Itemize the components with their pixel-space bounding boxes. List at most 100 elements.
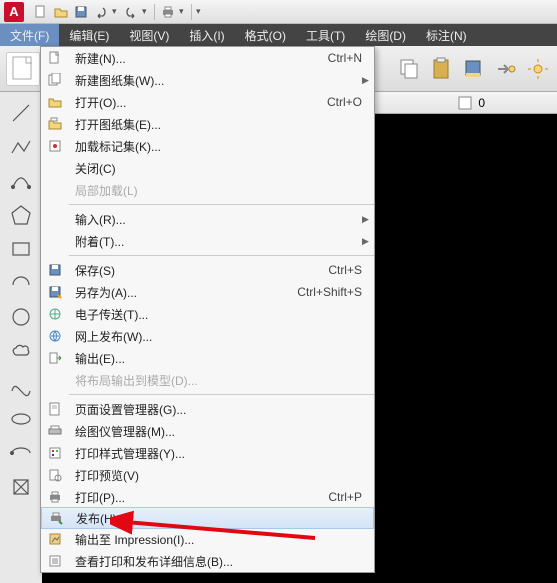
menu-item-label: 输出(E)... — [69, 350, 374, 367]
menu-item-label: 新建(N)... — [69, 50, 328, 67]
circle-tool[interactable] — [4, 300, 38, 333]
qat-print-dropdown[interactable]: ▾ — [179, 6, 187, 17]
spline-tool[interactable] — [4, 368, 38, 401]
file-menu-item-11[interactable]: 保存(S)Ctrl+S — [41, 259, 374, 281]
file-menu-item-0[interactable]: 新建(N)...Ctrl+N — [41, 47, 374, 69]
file-menu-item-20[interactable]: 打印样式管理器(Y)... — [41, 442, 374, 464]
menu-6[interactable]: 绘图(D) — [355, 24, 416, 46]
menu-0[interactable]: 文件(F) — [0, 24, 59, 46]
page-setup-icon — [41, 402, 69, 416]
qat-undo-icon[interactable] — [92, 3, 110, 21]
ellipse-tool[interactable] — [4, 402, 38, 435]
file-menu-item-4[interactable]: 加载标记集(K)... — [41, 135, 374, 157]
menu-4[interactable]: 格式(O) — [235, 24, 296, 46]
menu-item-label: 打印(P)... — [69, 489, 328, 506]
title-bar: A ▾ ▾ ▾ ▾ — [0, 0, 557, 24]
qat-print-icon[interactable] — [159, 3, 177, 21]
impression-icon — [41, 532, 69, 546]
tool-palette — [0, 92, 42, 583]
load-markup-icon — [41, 139, 69, 153]
menu-3[interactable]: 插入(I) — [179, 24, 234, 46]
save-icon — [41, 263, 69, 277]
ribbon-highlight-icon[interactable] — [461, 56, 487, 82]
menu-5[interactable]: 工具(T) — [296, 24, 355, 46]
qat-open-icon[interactable] — [52, 3, 70, 21]
qat-redo-dropdown[interactable]: ▾ — [142, 6, 150, 17]
file-menu-item-18[interactable]: 页面设置管理器(G)... — [41, 398, 374, 420]
menu-item-label: 电子传送(T)... — [69, 306, 374, 323]
qat-customize-dropdown[interactable]: ▾ — [196, 6, 204, 17]
ribbon-copy-icon[interactable] — [397, 56, 423, 82]
file-menu-item-16: 将布局输出到模型(D)... — [41, 369, 374, 391]
menu-item-label: 附着(T)... — [69, 233, 362, 250]
file-menu-item-13[interactable]: 电子传送(T)... — [41, 303, 374, 325]
ribbon-paste-icon[interactable] — [429, 56, 455, 82]
file-menu-item-23[interactable]: 发布(H)... — [41, 507, 374, 529]
revision-cloud-tool[interactable] — [4, 334, 38, 367]
submenu-arrow-icon: ▶ — [362, 236, 374, 247]
plotter-icon — [41, 424, 69, 438]
file-menu-item-25[interactable]: 查看打印和发布详细信息(B)... — [41, 550, 374, 572]
qat-undo-dropdown[interactable]: ▾ — [112, 6, 120, 17]
layer-value: 0 — [478, 96, 485, 110]
file-menu-item-5[interactable]: 关闭(C) — [41, 157, 374, 179]
saveas-icon — [41, 285, 69, 299]
file-menu-item-8[interactable]: 输入(R)...▶ — [41, 208, 374, 230]
view-details-icon — [41, 554, 69, 568]
menu-item-label: 保存(S) — [69, 262, 328, 279]
menu-1[interactable]: 编辑(E) — [59, 24, 119, 46]
block-tool[interactable] — [4, 470, 38, 503]
file-menu-dropdown: 新建(N)...Ctrl+N新建图纸集(W)...▶打开(O)...Ctrl+O… — [40, 46, 375, 573]
file-menu-item-12[interactable]: 另存为(A)...Ctrl+Shift+S — [41, 281, 374, 303]
menu-item-label: 发布(H)... — [70, 510, 373, 527]
ribbon-share-icon[interactable] — [493, 56, 519, 82]
qat-redo-icon[interactable] — [122, 3, 140, 21]
menu-7[interactable]: 标注(N) — [416, 24, 477, 46]
file-menu-item-15[interactable]: 输出(E)... — [41, 347, 374, 369]
file-menu-item-24[interactable]: 输出至 Impression(I)... — [41, 528, 374, 550]
file-menu-item-1[interactable]: 新建图纸集(W)...▶ — [41, 69, 374, 91]
menu-item-label: 输入(R)... — [69, 211, 362, 228]
print-preview-icon — [41, 468, 69, 482]
arc-tool[interactable] — [4, 164, 38, 197]
menu-item-shortcut: Ctrl+O — [327, 95, 374, 109]
layer-icon — [458, 96, 472, 110]
file-menu-item-9[interactable]: 附着(T)...▶ — [41, 230, 374, 252]
polyline-tool[interactable] — [4, 130, 38, 163]
ribbon-new-button[interactable] — [6, 52, 40, 86]
file-menu-item-22[interactable]: 打印(P)...Ctrl+P — [41, 486, 374, 508]
circle-arc-tool[interactable] — [4, 266, 38, 299]
menu-2[interactable]: 视图(V) — [119, 24, 179, 46]
menu-item-label: 另存为(A)... — [69, 284, 297, 301]
file-menu-item-19[interactable]: 绘图仪管理器(M)... — [41, 420, 374, 442]
menu-item-shortcut: Ctrl+N — [328, 51, 374, 65]
submenu-arrow-icon: ▶ — [362, 214, 374, 225]
export-icon — [41, 351, 69, 365]
menu-item-label: 打印预览(V) — [69, 467, 374, 484]
ellipse-arc-tool[interactable] — [4, 436, 38, 469]
file-menu-item-21[interactable]: 打印预览(V) — [41, 464, 374, 486]
menu-item-label: 打开(O)... — [69, 94, 327, 111]
menu-item-shortcut: Ctrl+S — [328, 263, 374, 277]
rectangle-tool[interactable] — [4, 232, 38, 265]
menu-item-label: 局部加载(L) — [69, 182, 374, 199]
menu-item-shortcut: Ctrl+P — [328, 490, 374, 504]
menu-item-label: 打印样式管理器(Y)... — [69, 445, 374, 462]
menu-item-label: 关闭(C) — [69, 160, 374, 177]
qat-new-icon[interactable] — [32, 3, 50, 21]
print-style-icon — [41, 446, 69, 460]
menu-item-label: 查看打印和发布详细信息(B)... — [69, 553, 374, 570]
ribbon-sun-icon[interactable] — [525, 56, 551, 82]
file-menu-item-2[interactable]: 打开(O)...Ctrl+O — [41, 91, 374, 113]
web-publish-icon — [41, 329, 69, 343]
qat-save-icon[interactable] — [72, 3, 90, 21]
file-menu-item-3[interactable]: 打开图纸集(E)... — [41, 113, 374, 135]
polygon-tool[interactable] — [4, 198, 38, 231]
app-icon[interactable]: A — [4, 2, 24, 22]
open-icon — [41, 95, 69, 109]
menu-item-label: 加载标记集(K)... — [69, 138, 374, 155]
etransmit-icon — [41, 307, 69, 321]
file-menu-item-14[interactable]: 网上发布(W)... — [41, 325, 374, 347]
line-tool[interactable] — [4, 96, 38, 129]
menu-item-label: 网上发布(W)... — [69, 328, 374, 345]
